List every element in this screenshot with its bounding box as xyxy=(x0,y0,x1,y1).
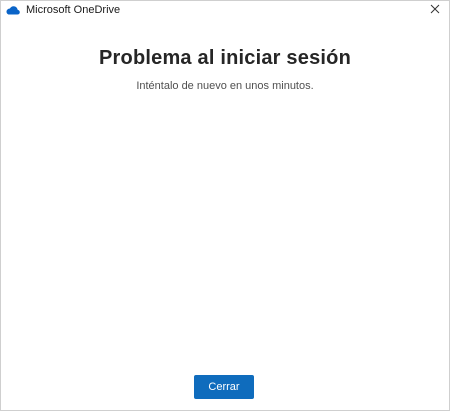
title-bar: Microsoft OneDrive xyxy=(1,1,449,19)
onedrive-window: Microsoft OneDrive Problema al iniciar s… xyxy=(0,0,450,411)
error-message: Inténtalo de nuevo en unos minutos. xyxy=(136,80,314,92)
onedrive-cloud-icon xyxy=(6,5,20,15)
close-button[interactable]: Cerrar xyxy=(194,375,254,399)
close-icon xyxy=(430,1,440,19)
close-window-button[interactable] xyxy=(421,1,449,19)
window-title: Microsoft OneDrive xyxy=(26,4,121,16)
error-heading: Problema al iniciar sesión xyxy=(99,47,351,69)
dialog-content: Problema al iniciar sesión Inténtalo de … xyxy=(1,19,449,410)
